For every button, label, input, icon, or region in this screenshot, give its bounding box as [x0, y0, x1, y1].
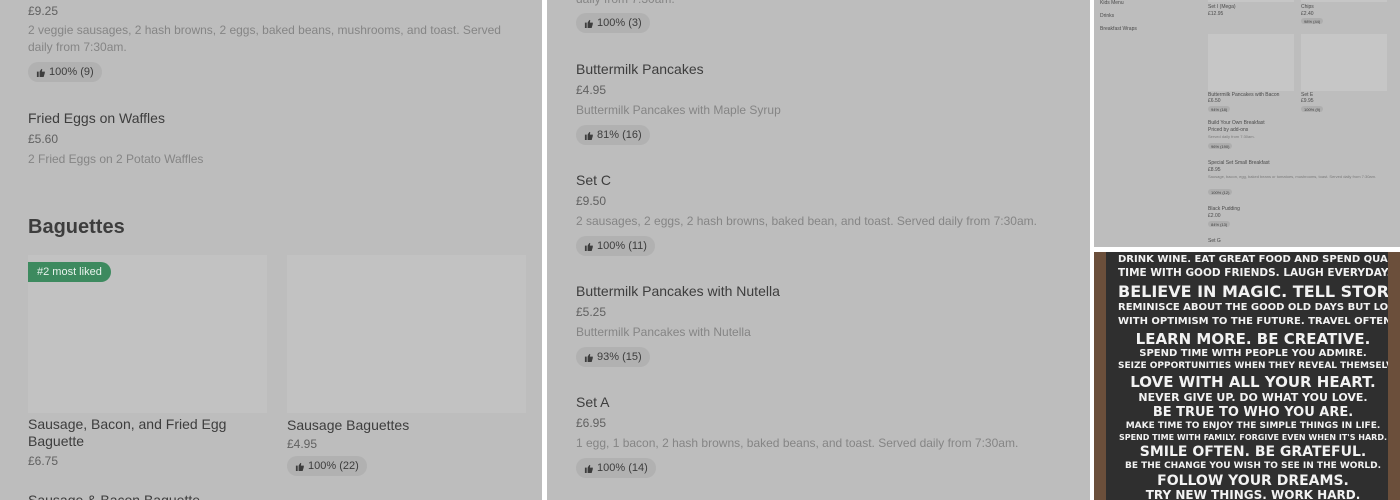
poster-frame-right	[1388, 252, 1400, 500]
section-heading: Baguettes	[28, 216, 125, 238]
poster-text-line: SPEND TIME WITH PEOPLE YOU ADMIRE.	[1139, 348, 1367, 359]
nav-item[interactable]: Breakfast Wraps	[1100, 26, 1137, 32]
item-price: £2.00	[1208, 213, 1221, 219]
item-title[interactable]: Build Your Own Breakfast	[1208, 120, 1265, 126]
card-title[interactable]: Sausage Baguettes	[287, 417, 409, 433]
rating-badge: 100% (3)	[576, 13, 650, 33]
card-title[interactable]: Set I (Mega)	[1208, 4, 1236, 10]
poster-photo: DRINK WINE. EAT GREAT FOOD AND SPEND QUA…	[1094, 252, 1400, 500]
card-image[interactable]	[1208, 0, 1294, 2]
poster-text-line: SPEND TIME WITH FAMILY. FORGIVE EVEN WHE…	[1118, 433, 1388, 442]
card-image[interactable]	[1208, 34, 1294, 91]
item-description: Served daily from 7:30am.	[1208, 134, 1255, 139]
rating-badge: 84% (13)	[1208, 221, 1231, 227]
rating-text: 100% (3)	[597, 17, 642, 29]
card-price: £2.40	[1301, 11, 1314, 17]
nav-item[interactable]: Drinks	[1100, 13, 1114, 19]
item-description: 1 egg, 1 bacon, 2 hash browns, baked bea…	[576, 436, 1019, 450]
item-title[interactable]: Set C	[576, 172, 611, 188]
rating-badge: 93% (15)	[576, 347, 650, 367]
item-title-cut[interactable]: Sausage & Bacon Baguette	[28, 492, 200, 500]
poster-text-line: FOLLOW YOUR DREAMS.	[1157, 473, 1349, 489]
poster-text-line: NEVER GIVE UP. DO WHAT YOU LOVE.	[1138, 391, 1368, 404]
rating-badge: 100% (22)	[287, 456, 367, 476]
thumbs-up-icon	[584, 353, 593, 362]
item-title[interactable]: Special Set Small Breakfast	[1208, 160, 1270, 166]
poster-text-line: SEIZE OPPORTUNITIES WHEN THEY REVEAL THE…	[1118, 361, 1388, 371]
rating-text: 100% (11)	[597, 240, 647, 252]
thumbs-up-icon	[584, 19, 593, 28]
item-description: daily from 7:30am.	[576, 0, 675, 8]
nav-item[interactable]: Kids Menu	[1100, 0, 1124, 6]
rating-badge: 98% (44)	[1301, 18, 1324, 24]
poster-text-line: SMILE OFTEN. BE GRATEFUL.	[1139, 444, 1367, 460]
thumbs-up-icon	[584, 131, 593, 140]
thumbs-up-icon	[584, 464, 593, 473]
menu-panel-thumbnail: Kids Menu Drinks Breakfast Wraps Set I (…	[1094, 0, 1400, 247]
thumbs-up-icon	[584, 242, 593, 251]
poster-text-line: TIME WITH GOOD FRIENDS. LAUGH EVERYDAY.	[1118, 267, 1388, 279]
item-title[interactable]: Buttermilk Pancakes with Nutella	[576, 283, 780, 299]
item-description: Sausage, bacon, egg, baked beans or toma…	[1208, 174, 1377, 179]
rating-badge: 100% (12)	[1208, 189, 1233, 195]
item-title[interactable]: Set G	[1208, 238, 1221, 244]
card-price: £6.75	[28, 454, 59, 468]
rating-badge: 96% (190)	[1208, 143, 1233, 149]
item-price: £9.25	[28, 4, 59, 18]
card-price: £4.95	[287, 437, 318, 451]
poster-text-line: MAKE TIME TO ENJOY THE SIMPLE THINGS IN …	[1125, 421, 1381, 431]
rating-badge: 100% (9)	[1301, 106, 1324, 112]
item-description: 2 sausages, 2 eggs, 2 hash browns, baked…	[576, 214, 1037, 228]
thumbs-up-icon	[36, 68, 45, 77]
rating-text: 81% (16)	[597, 129, 642, 141]
rating-text: 93% (15)	[597, 351, 642, 363]
poster-frame-left	[1094, 252, 1106, 500]
item-description: 2 Fried Eggs on 2 Potato Waffles	[28, 152, 204, 166]
card-image[interactable]	[1301, 34, 1387, 91]
rating-text: 100% (22)	[308, 460, 359, 472]
item-price: £4.95	[576, 83, 607, 97]
item-price: Priced by add-ons	[1208, 127, 1249, 133]
item-price: £8.95	[1208, 167, 1221, 173]
item-description: Buttermilk Pancakes with Nutella	[576, 325, 751, 339]
card-price: £9.95	[1301, 98, 1314, 104]
rating-badge: 81% (16)	[576, 125, 650, 145]
most-liked-badge: #2 most liked	[28, 262, 111, 282]
baguette-card-image[interactable]	[287, 255, 526, 413]
item-description: 2 veggie sausages, 2 hash browns, 2 eggs…	[28, 23, 501, 54]
item-price: £5.60	[28, 132, 59, 146]
rating-badge: 100% (11)	[576, 236, 655, 256]
card-price: £12.95	[1208, 11, 1224, 17]
poster-text-line: LEARN MORE. BE CREATIVE.	[1135, 330, 1371, 348]
item-price: £6.95	[576, 416, 607, 430]
rating-text: 100% (14)	[597, 462, 648, 474]
poster-text-line: WITH OPTIMISM TO THE FUTURE. TRAVEL OFTE…	[1118, 316, 1388, 327]
item-title[interactable]: Fried Eggs on Waffles	[28, 110, 165, 126]
item-title[interactable]: Set A	[576, 394, 609, 410]
poster-text-line: BELIEVE IN MAGIC. TELL STORIES.	[1118, 282, 1388, 301]
card-price: £6.50	[1208, 98, 1221, 104]
poster-text-line: TRY NEW THINGS. WORK HARD.	[1145, 488, 1361, 500]
item-price: £5.25	[576, 305, 607, 319]
rating-badge: 94% (18)	[1208, 106, 1231, 112]
menu-panel-middle: daily from 7:30am. 100% (3) Buttermilk P…	[547, 0, 1090, 500]
poster-text-line: BE TRUE TO WHO YOU ARE.	[1152, 405, 1354, 420]
poster-text-line: DRINK WINE. EAT GREAT FOOD AND SPEND QUA…	[1118, 254, 1388, 265]
item-title[interactable]: Buttermilk Pancakes	[576, 61, 704, 77]
rating-badge: 100% (9)	[28, 62, 102, 82]
card-image[interactable]	[1301, 0, 1387, 2]
poster-text-line: LOVE WITH ALL YOUR HEART.	[1130, 373, 1376, 391]
card-title[interactable]: Sausage, Bacon, and Fried Egg Baguette	[28, 416, 263, 450]
thumbs-up-icon	[295, 462, 304, 471]
card-title[interactable]: Chips	[1301, 4, 1314, 10]
poster-text-line: BE THE CHANGE YOU WISH TO SEE IN THE WOR…	[1124, 461, 1382, 471]
menu-panel-left: £9.25 2 veggie sausages, 2 hash browns, …	[0, 0, 542, 500]
poster-text-line: REMINISCE ABOUT THE GOOD OLD DAYS BUT LO…	[1118, 302, 1388, 313]
item-description: Buttermilk Pancakes with Maple Syrup	[576, 103, 781, 117]
rating-badge: 100% (14)	[576, 458, 656, 478]
rating-text: 100% (9)	[49, 66, 94, 78]
item-title[interactable]: Black Pudding	[1208, 206, 1240, 212]
item-price: £9.50	[576, 194, 607, 208]
